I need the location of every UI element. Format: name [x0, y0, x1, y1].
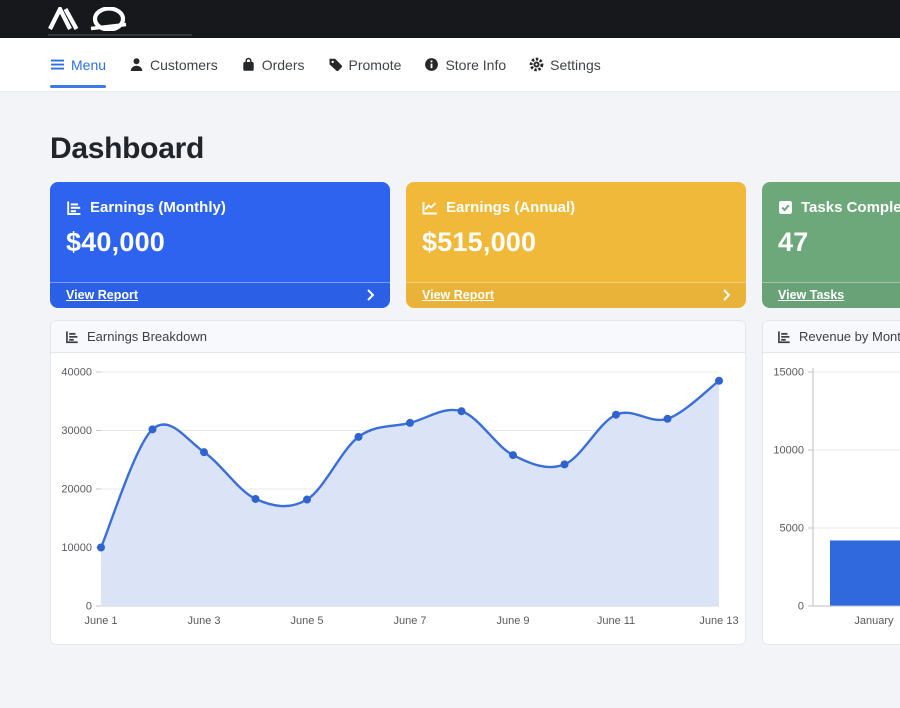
stat-card-title: Earnings (Annual) — [446, 199, 575, 216]
nav-item-customers[interactable]: Customers — [129, 38, 218, 91]
tasks-completed-card: Tasks Completed 47 View Tasks — [762, 182, 900, 308]
svg-text:June 5: June 5 — [290, 615, 323, 627]
nav-item-label: Settings — [550, 57, 601, 73]
bar-chart-icon — [66, 200, 82, 216]
stat-card-title: Earnings (Monthly) — [90, 199, 226, 216]
svg-text:June 1: June 1 — [84, 615, 117, 627]
gear-icon — [529, 57, 544, 72]
chart-title: Revenue by Month — [799, 329, 900, 344]
page-title: Dashboard — [50, 132, 850, 166]
revenue-by-month-chart: 0 5000 10000 15000 January — [763, 353, 900, 644]
app-header — [0, 0, 900, 38]
chevron-right-icon — [367, 289, 374, 301]
stat-card-title: Tasks Completed — [801, 199, 900, 216]
stat-card-value: $515,000 — [422, 227, 730, 258]
svg-text:January: January — [854, 615, 894, 627]
svg-text:0: 0 — [798, 601, 804, 613]
svg-text:June 11: June 11 — [597, 615, 635, 627]
chevron-right-icon — [723, 289, 730, 301]
bar-chart-icon — [65, 330, 79, 344]
svg-text:5000: 5000 — [780, 523, 804, 535]
bar-chart-icon — [777, 330, 791, 344]
svg-text:20000: 20000 — [61, 484, 92, 496]
stat-card-value: 47 — [778, 227, 900, 258]
svg-text:0: 0 — [86, 601, 92, 613]
view-report-link[interactable]: View Report — [66, 288, 138, 302]
svg-text:10000: 10000 — [773, 445, 804, 457]
earnings-breakdown-chart: 0 10000 20000 30000 40000 June 1 June 3 June 5 J… — [51, 353, 745, 644]
main-nav: Menu Customers Orders Promote Store Info — [0, 38, 900, 92]
earnings-monthly-card: Earnings (Monthly) $40,000 View Report — [50, 182, 390, 308]
earnings-breakdown-card: Earnings Breakdown 0 10000 20000 30000 40000… — [50, 320, 746, 645]
app-logo[interactable] — [48, 7, 128, 31]
logo-underline — [48, 34, 192, 36]
nav-item-label: Store Info — [445, 57, 506, 73]
earnings-annual-card: Earnings (Annual) $515,000 View Report — [406, 182, 746, 308]
main-content: Dashboard Earnings (Monthly) $40,000 Vie… — [0, 132, 900, 645]
revenue-by-month-card: Revenue by Month 0 5000 10000 15000 January — [762, 320, 900, 645]
svg-text:15000: 15000 — [773, 367, 804, 379]
info-icon — [424, 57, 439, 72]
nav-item-menu[interactable]: Menu — [50, 38, 106, 91]
nav-item-label: Menu — [71, 57, 106, 73]
check-square-icon — [778, 200, 793, 215]
line-chart-icon — [422, 200, 438, 216]
view-tasks-link[interactable]: View Tasks — [778, 288, 844, 302]
tag-icon — [328, 57, 343, 72]
chart-title: Earnings Breakdown — [87, 329, 207, 344]
nav-item-settings[interactable]: Settings — [529, 38, 601, 91]
nav-item-label: Promote — [349, 57, 402, 73]
nav-item-promote[interactable]: Promote — [328, 38, 402, 91]
svg-text:30000: 30000 — [61, 425, 92, 437]
user-icon — [129, 57, 144, 72]
stat-card-value: $40,000 — [66, 227, 374, 258]
nav-item-orders[interactable]: Orders — [241, 38, 305, 91]
bag-icon — [241, 57, 256, 72]
svg-text:June 3: June 3 — [187, 615, 220, 627]
nav-item-label: Orders — [262, 57, 305, 73]
svg-text:June 13: June 13 — [699, 615, 738, 627]
svg-text:June 7: June 7 — [393, 615, 426, 627]
svg-text:40000: 40000 — [61, 367, 92, 379]
nav-item-store-info[interactable]: Store Info — [424, 38, 506, 91]
menu-icon — [50, 57, 65, 72]
svg-text:June 9: June 9 — [496, 615, 529, 627]
nav-item-label: Customers — [150, 57, 218, 73]
charts-row: Earnings Breakdown 0 10000 20000 30000 40000… — [50, 320, 850, 645]
stat-cards-row: Earnings (Monthly) $40,000 View Report E — [50, 182, 850, 308]
svg-text:10000: 10000 — [61, 542, 92, 554]
view-report-link[interactable]: View Report — [422, 288, 494, 302]
